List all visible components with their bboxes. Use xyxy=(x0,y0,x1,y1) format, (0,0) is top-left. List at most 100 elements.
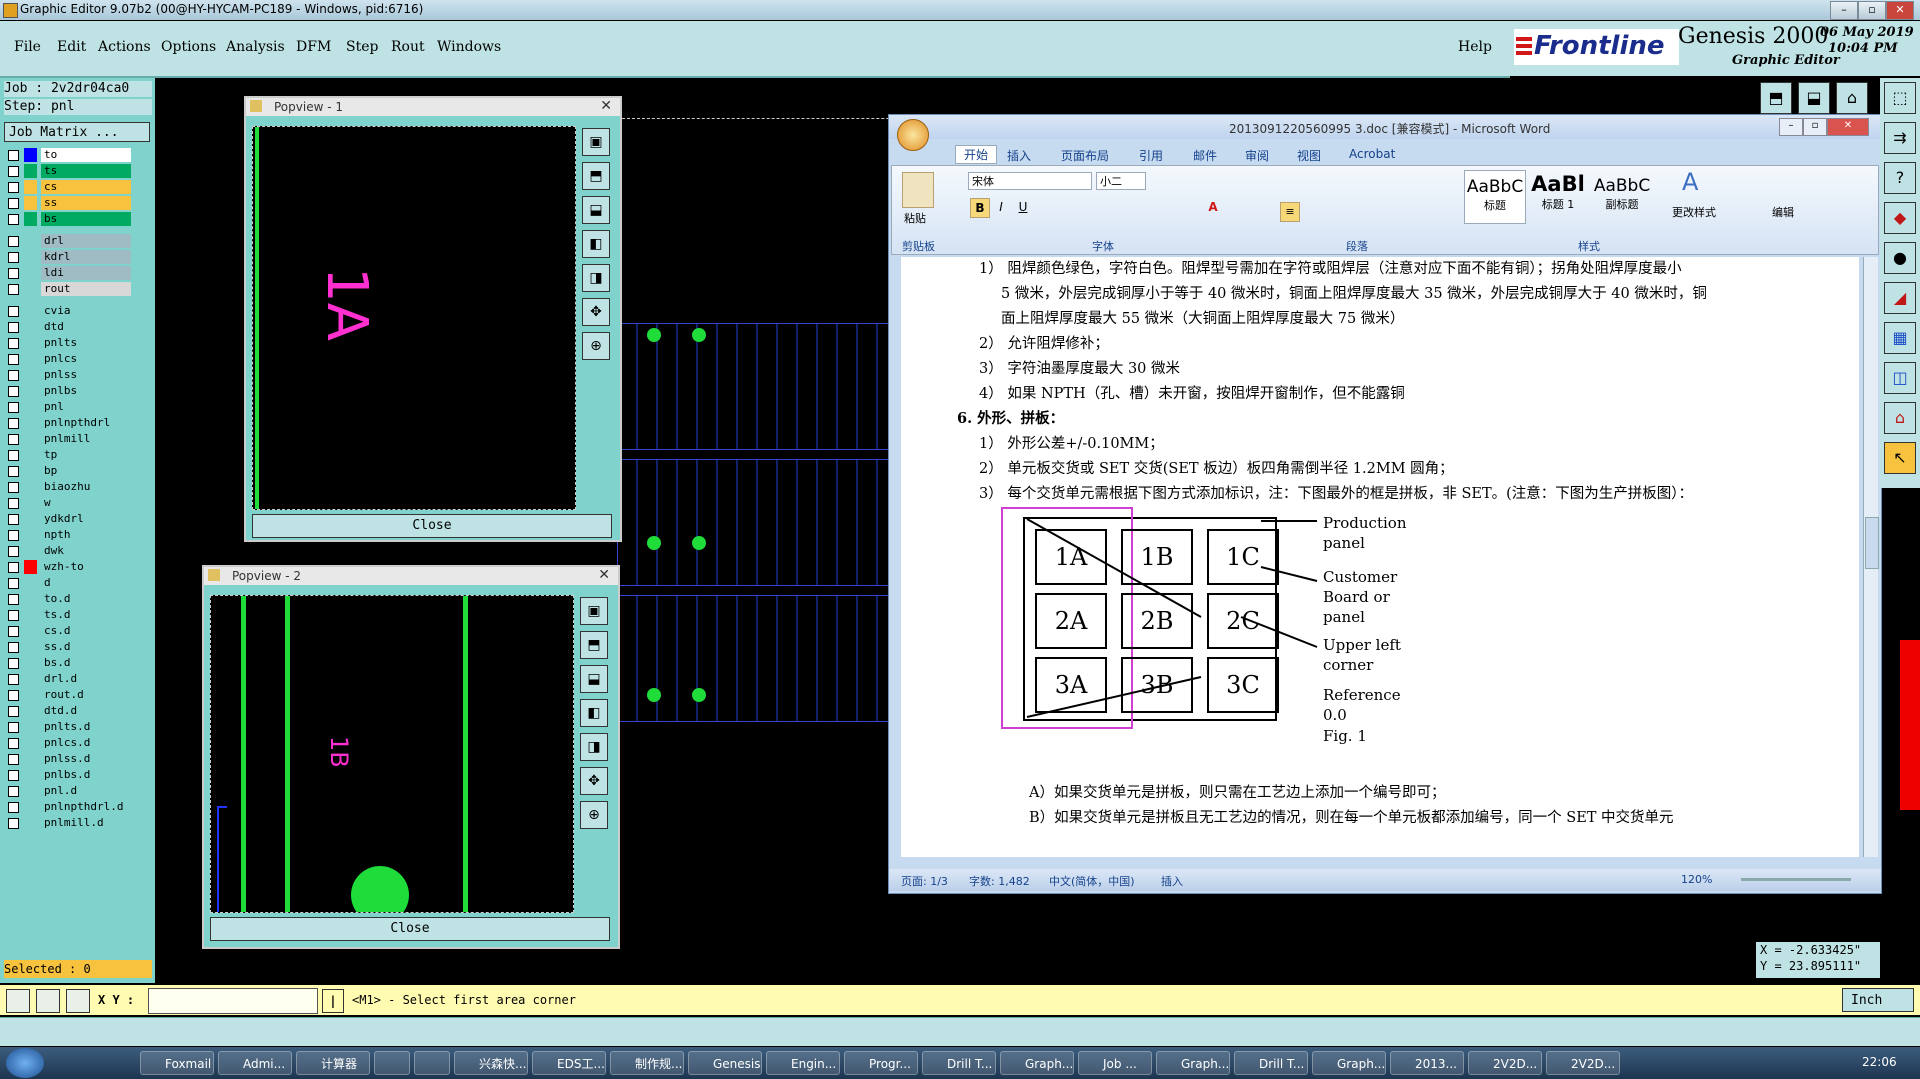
taskbar-item[interactable] xyxy=(374,1051,410,1075)
word-scrollbar[interactable] xyxy=(1863,257,1879,857)
layer-row[interactable]: rout xyxy=(8,282,131,296)
minimize-button[interactable]: – xyxy=(1830,1,1858,20)
layer-name[interactable]: pnlcs xyxy=(41,352,131,366)
layer-checkbox[interactable] xyxy=(8,284,19,295)
layer-color-swatch[interactable] xyxy=(24,608,37,622)
layer-checkbox[interactable] xyxy=(8,214,19,225)
popview-2-tool-1[interactable]: ▣ xyxy=(580,597,608,625)
layer-color-swatch[interactable] xyxy=(24,212,37,226)
layer-checkbox[interactable] xyxy=(8,514,19,525)
snap-icon-2[interactable] xyxy=(36,989,60,1013)
layer-row[interactable]: ts xyxy=(8,164,131,178)
tool-button-8[interactable]: ◫ xyxy=(1884,362,1916,394)
layer-checkbox[interactable] xyxy=(8,530,19,541)
layer-checkbox[interactable] xyxy=(8,236,19,247)
layer-color-swatch[interactable] xyxy=(24,528,37,542)
layer-color-swatch[interactable] xyxy=(24,432,37,446)
taskbar-item[interactable]: Progr... xyxy=(844,1051,918,1075)
layer-name[interactable]: cs xyxy=(41,180,131,194)
job-matrix-button[interactable]: Job Matrix ... xyxy=(4,122,150,142)
layer-color-swatch[interactable] xyxy=(24,640,37,654)
popview-1-tool-3[interactable]: ⬓ xyxy=(582,196,610,224)
style-heading-1[interactable]: AaBl 标题 1 xyxy=(1528,170,1588,222)
layer-color-swatch[interactable] xyxy=(24,400,37,414)
layer-color-swatch[interactable] xyxy=(24,720,37,734)
layer-color-swatch[interactable] xyxy=(24,704,37,718)
ribbon-tab-view[interactable]: 视图 xyxy=(1297,147,1321,164)
edit-button[interactable]: 编辑 xyxy=(1772,204,1794,220)
taskbar-item[interactable]: Drill T... xyxy=(1234,1051,1308,1075)
popview-2-close-button[interactable]: Close xyxy=(210,917,610,941)
word-window[interactable]: 2013091220560995 3.doc [兼容模式] - Microsof… xyxy=(888,114,1882,894)
layer-color-swatch[interactable] xyxy=(24,368,37,382)
layer-row[interactable]: ss xyxy=(8,196,131,210)
tool-button-4[interactable]: ◆ xyxy=(1884,202,1916,234)
layer-row[interactable]: cs.d xyxy=(8,624,131,638)
layer-name[interactable]: pnlmill xyxy=(41,432,131,446)
layer-checkbox[interactable] xyxy=(8,786,19,797)
layer-checkbox[interactable] xyxy=(8,642,19,653)
layer-name[interactable]: ss xyxy=(41,196,131,210)
italic-button[interactable]: I xyxy=(992,198,1010,216)
layer-row[interactable]: pnlss.d xyxy=(8,752,131,766)
layer-color-swatch[interactable] xyxy=(24,688,37,702)
top-tool-2[interactable]: ⬓ xyxy=(1798,82,1830,114)
layer-name[interactable]: to xyxy=(41,148,131,162)
layer-name[interactable]: pnlts xyxy=(41,336,131,350)
word-maximize-button[interactable]: ▫ xyxy=(1803,118,1827,136)
layer-row[interactable]: pnl xyxy=(8,400,131,414)
word-close-button[interactable]: ✕ xyxy=(1827,118,1869,136)
layer-checkbox[interactable] xyxy=(8,546,19,557)
layer-checkbox[interactable] xyxy=(8,268,19,279)
layer-color-swatch[interactable] xyxy=(24,768,37,782)
layer-checkbox[interactable] xyxy=(8,450,19,461)
layer-checkbox[interactable] xyxy=(8,610,19,621)
layer-checkbox[interactable] xyxy=(8,802,19,813)
layer-row[interactable]: dtd.d xyxy=(8,704,131,718)
layer-checkbox[interactable] xyxy=(8,370,19,381)
layer-row[interactable]: pnlnpthdrl xyxy=(8,416,131,430)
layer-color-swatch[interactable] xyxy=(24,464,37,478)
layer-color-swatch[interactable] xyxy=(24,304,37,318)
layer-row[interactable]: ydkdrl xyxy=(8,512,131,526)
layer-name[interactable]: ts.d xyxy=(41,608,131,622)
font-size-select[interactable]: 小二 xyxy=(1096,172,1146,190)
layer-row[interactable]: npth xyxy=(8,528,131,542)
layer-name[interactable]: rout.d xyxy=(41,688,131,702)
layer-name[interactable]: ldi xyxy=(41,266,131,280)
layer-checkbox[interactable] xyxy=(8,594,19,605)
layer-checkbox[interactable] xyxy=(8,722,19,733)
layer-checkbox[interactable] xyxy=(8,578,19,589)
layer-color-swatch[interactable] xyxy=(24,544,37,558)
layer-checkbox[interactable] xyxy=(8,322,19,333)
layer-color-swatch[interactable] xyxy=(24,624,37,638)
layer-checkbox[interactable] xyxy=(8,182,19,193)
layer-color-swatch[interactable] xyxy=(24,560,37,574)
layer-color-swatch[interactable] xyxy=(24,480,37,494)
layer-checkbox[interactable] xyxy=(8,252,19,263)
layer-color-swatch[interactable] xyxy=(24,816,37,830)
popview-2-tool-4[interactable]: ◧ xyxy=(580,699,608,727)
tool-button-1[interactable]: ⬚ xyxy=(1884,82,1916,114)
xy-input[interactable] xyxy=(148,988,318,1014)
layer-checkbox[interactable] xyxy=(8,386,19,397)
layer-name[interactable]: bp xyxy=(41,464,131,478)
layer-color-swatch[interactable] xyxy=(24,282,37,296)
layer-name[interactable]: ydkdrl xyxy=(41,512,131,526)
layer-row[interactable]: ss.d xyxy=(8,640,131,654)
taskbar-item[interactable]: 2013... xyxy=(1390,1051,1464,1075)
layer-name[interactable]: bs.d xyxy=(41,656,131,670)
layer-checkbox[interactable] xyxy=(8,562,19,573)
layer-checkbox[interactable] xyxy=(8,466,19,477)
layer-row[interactable]: to xyxy=(8,148,131,162)
layer-row[interactable]: bs xyxy=(8,212,131,226)
layer-name[interactable]: ts xyxy=(41,164,131,178)
layer-color-swatch[interactable] xyxy=(24,672,37,686)
paste-button[interactable] xyxy=(902,172,934,208)
layer-name[interactable]: drl xyxy=(41,234,131,248)
popview-2-canvas[interactable]: 1B xyxy=(210,595,574,913)
layer-name[interactable]: bs xyxy=(41,212,131,226)
ribbon-tab-acrobat[interactable]: Acrobat xyxy=(1349,147,1395,161)
layer-checkbox[interactable] xyxy=(8,166,19,177)
popview-1-close-button[interactable]: Close xyxy=(252,514,612,538)
